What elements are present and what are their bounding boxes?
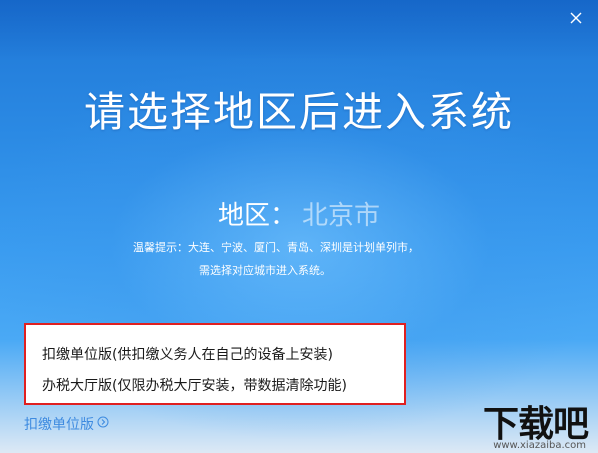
- close-icon: [570, 12, 582, 24]
- page-title: 请选择地区后进入系统: [84, 88, 514, 136]
- tip-line-2: 需选择对应城市进入系统。: [199, 264, 331, 277]
- watermark-logo: 下载吧 www.xiazaiba.com: [452, 395, 592, 451]
- background-glow: [0, 0, 598, 60]
- tip-line-1: 温馨提示：大连、宁波、厦门、青岛、深圳是计划单列市，: [133, 241, 419, 254]
- version-dropdown: 扣缴单位版(供扣缴义务人在自己的设备上安装) 办税大厅版(仅限办税大厅安装，带数…: [24, 323, 406, 405]
- version-option-withholding[interactable]: 扣缴单位版(供扣缴义务人在自己的设备上安装): [42, 344, 333, 364]
- region-selector: 地区： 北京市: [0, 195, 598, 232]
- region-value[interactable]: 北京市: [302, 201, 380, 231]
- app-window: 请选择地区后进入系统 地区： 北京市 温馨提示：大连、宁波、厦门、青岛、深圳是计划…: [0, 0, 598, 453]
- version-switch-link[interactable]: 扣缴单位版: [24, 414, 109, 434]
- version-option-tax-hall[interactable]: 办税大厅版(仅限办税大厅安装，带数据清除功能): [42, 375, 347, 395]
- tip-text: 温馨提示：大连、宁波、厦门、青岛、深圳是计划单列市， 需选择对应城市进入系统。: [133, 236, 553, 282]
- watermark-url: www.xiazaiba.com: [493, 440, 586, 451]
- chevron-right-circle-icon: [97, 416, 109, 432]
- current-version-label: 扣缴单位版: [24, 417, 94, 433]
- region-label: 地区：: [217, 201, 296, 231]
- close-button[interactable]: [568, 10, 584, 26]
